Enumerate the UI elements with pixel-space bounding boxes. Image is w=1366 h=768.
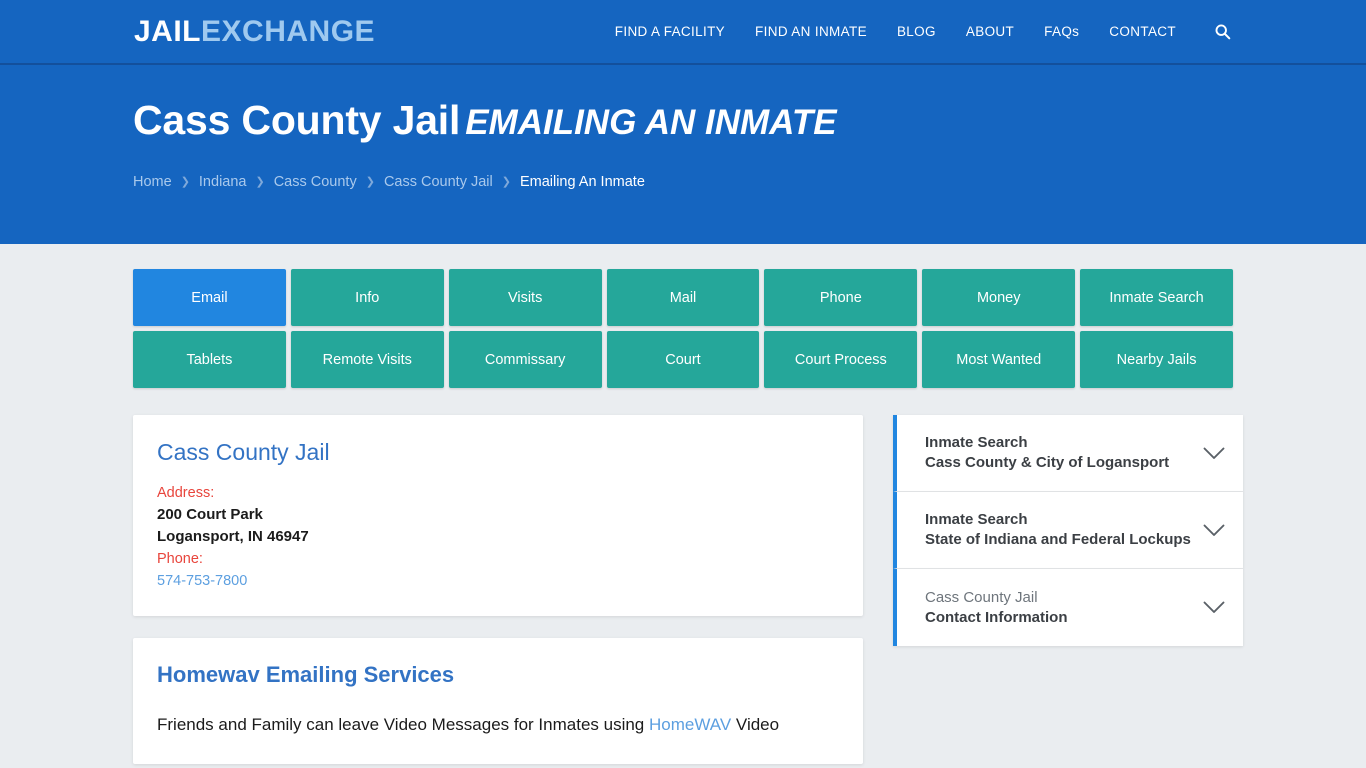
facility-tab-grid: Email Info Visits Mail Phone Money Inmat… (133, 269, 1233, 388)
tab-remote-visits[interactable]: Remote Visits (290, 331, 444, 388)
tab-nearby-jails[interactable]: Nearby Jails (1080, 331, 1233, 388)
nav-item-find-an-inmate[interactable]: FIND AN INMATE (755, 24, 867, 39)
breadcrumb-item-cass-county-jail[interactable]: Cass County Jail (384, 174, 493, 190)
phone-number-link[interactable]: 574-753-7800 (157, 570, 247, 592)
page-title-facility: Cass County Jail (133, 97, 461, 143)
page-title-subject: EMAILING AN INMATE (465, 103, 837, 142)
tab-inmate-search[interactable]: Inmate Search (1080, 269, 1233, 326)
paragraph-text-after: Video (731, 715, 780, 734)
logo-text-exchange: EXCHANGE (201, 14, 376, 48)
breadcrumb-item-current: Emailing An Inmate (519, 174, 645, 191)
homewav-link[interactable]: HomeWAV (649, 715, 731, 734)
section-title-homewav: Homewav Emailing Services (157, 662, 455, 687)
breadcrumb-item-cass-county[interactable]: Cass County (274, 174, 357, 190)
main-navigation: FIND A FACILITY FIND AN INMATE BLOG ABOU… (615, 22, 1232, 42)
header-inner: JAILEXCHANGE FIND A FACILITY FIND AN INM… (133, 14, 1233, 48)
chevron-down-icon[interactable] (1203, 447, 1225, 460)
hero-inner: Cass County Jail EMAILING AN INMATE Home … (133, 97, 1233, 190)
emailing-services-card: Homewav Emailing Services Friends and Fa… (133, 638, 863, 764)
paragraph-text-before: Friends and Family can leave Video Messa… (157, 715, 649, 734)
sidebar-accordion: Inmate Search Cass County & City of Loga… (893, 415, 1243, 646)
sidebar-item-line2: Contact Information (925, 608, 1068, 626)
tab-tablets[interactable]: Tablets (133, 331, 286, 388)
page-content: Email Info Visits Mail Phone Money Inmat… (133, 244, 1243, 764)
address-line-1: 200 Court Park (157, 506, 263, 523)
main-column: Cass County Jail Address: 200 Court Park… (133, 415, 863, 764)
sidebar-item-inmate-search-county[interactable]: Inmate Search Cass County & City of Loga… (893, 415, 1243, 492)
facility-card-title: Cass County Jail (157, 439, 330, 465)
page-hero: Cass County Jail EMAILING AN INMATE Home … (0, 65, 1366, 244)
breadcrumb-item-home[interactable]: Home (133, 174, 172, 190)
nav-item-about[interactable]: ABOUT (966, 24, 1014, 39)
tab-mail[interactable]: Mail (606, 269, 760, 326)
chevron-down-icon[interactable] (1203, 601, 1225, 614)
sidebar-item-inmate-search-state[interactable]: Inmate Search State of Indiana and Feder… (893, 492, 1243, 569)
tab-phone[interactable]: Phone (764, 269, 918, 326)
nav-item-faqs[interactable]: FAQs (1044, 24, 1079, 39)
nav-item-contact[interactable]: CONTACT (1109, 24, 1176, 39)
sidebar-item-text: Cass County Jail Contact Information (925, 588, 1068, 628)
site-logo[interactable]: JAILEXCHANGE (134, 14, 376, 48)
nav-item-find-a-facility[interactable]: FIND A FACILITY (615, 24, 725, 39)
tab-commissary[interactable]: Commissary (448, 331, 602, 388)
sidebar-item-line2: Cass County & City of Logansport (925, 454, 1170, 471)
tab-court-process[interactable]: Court Process (764, 331, 918, 388)
sidebar-item-text: Inmate Search Cass County & City of Loga… (925, 433, 1169, 473)
chevron-right-icon: ❯ (501, 175, 511, 188)
sidebar-item-line2: State of Indiana and Federal Lockups (925, 531, 1191, 548)
breadcrumb: Home ❯ Indiana ❯ Cass County ❯ Cass Coun… (133, 174, 1233, 190)
tab-info[interactable]: Info (290, 269, 444, 326)
sidebar-item-line1: Cass County Jail (925, 588, 1038, 606)
logo-text-jail: JAIL (134, 14, 202, 48)
nav-item-blog[interactable]: BLOG (897, 24, 936, 39)
sidebar-item-text: Inmate Search State of Indiana and Feder… (925, 510, 1191, 550)
chevron-right-icon: ❯ (180, 175, 190, 188)
sidebar-item-line1: Inmate Search (925, 434, 1028, 451)
content-columns: Cass County Jail Address: 200 Court Park… (133, 415, 1243, 764)
page-title: Cass County Jail EMAILING AN INMATE (133, 97, 1233, 144)
breadcrumb-item-indiana[interactable]: Indiana (199, 174, 247, 190)
tab-court[interactable]: Court (606, 331, 760, 388)
search-icon[interactable] (1212, 22, 1232, 42)
tab-email[interactable]: Email (133, 269, 286, 326)
chevron-down-icon[interactable] (1203, 524, 1225, 537)
sidebar-item-contact-information[interactable]: Cass County Jail Contact Information (893, 569, 1243, 646)
phone-label: Phone: (157, 551, 203, 567)
tab-visits[interactable]: Visits (448, 269, 602, 326)
tab-most-wanted[interactable]: Most Wanted (922, 331, 1076, 388)
chevron-right-icon: ❯ (365, 175, 375, 188)
homewav-paragraph: Friends and Family can leave Video Messa… (157, 710, 839, 740)
facility-info-card: Cass County Jail Address: 200 Court Park… (133, 415, 863, 616)
tab-money[interactable]: Money (922, 269, 1076, 326)
sidebar-item-line1: Inmate Search (925, 511, 1028, 528)
chevron-right-icon: ❯ (255, 175, 265, 188)
site-header: JAILEXCHANGE FIND A FACILITY FIND AN INM… (0, 0, 1366, 65)
sidebar: Inmate Search Cass County & City of Loga… (893, 415, 1243, 646)
address-label: Address: (157, 485, 215, 501)
address-line-2: Logansport, IN 46947 (157, 528, 309, 545)
